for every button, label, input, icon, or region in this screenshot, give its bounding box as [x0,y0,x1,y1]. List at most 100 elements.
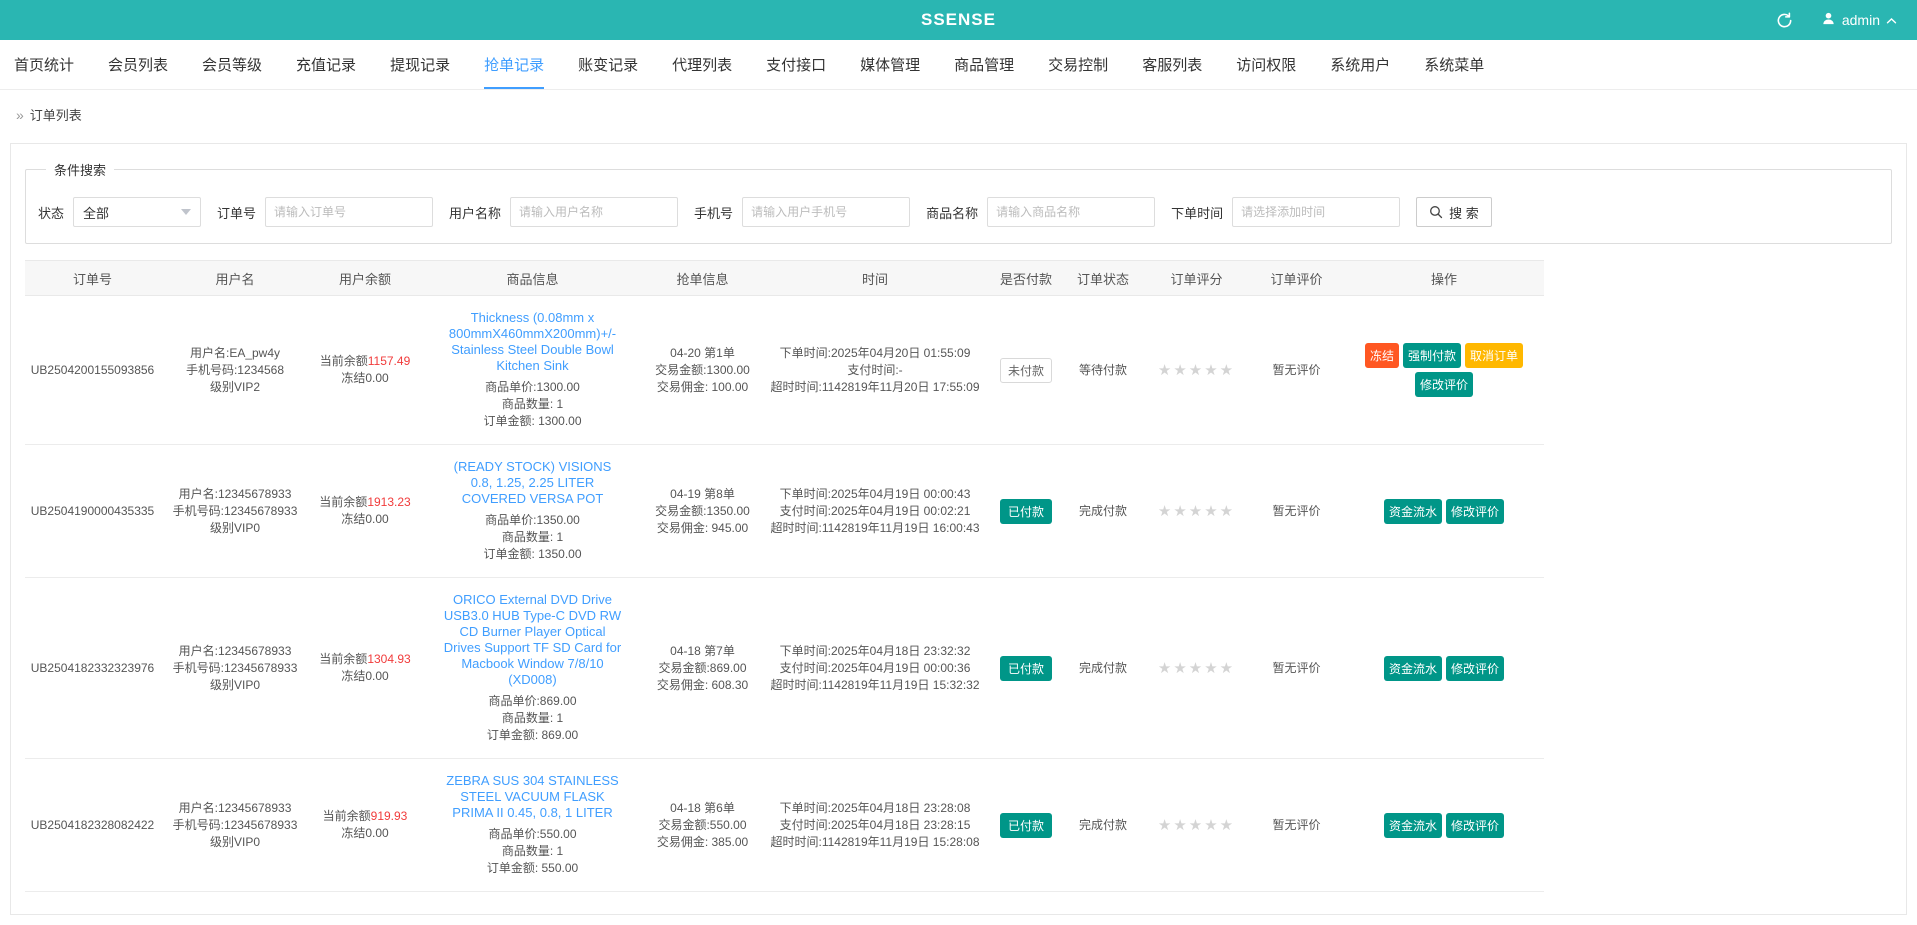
star-rating[interactable]: ★★★★★ [1158,817,1235,834]
order-status-line: 完成付款 [1066,503,1140,520]
search-button[interactable]: 搜 索 [1416,197,1492,227]
product-title-link[interactable]: Thickness (0.08mm x 800mmX460mmX200mm)+/… [442,310,624,374]
nav-tab-15[interactable]: 系统用户 [1330,40,1390,89]
balance-line: 当前余额1157.49 [314,353,416,370]
order-number: UB2504200155093856 [25,296,160,445]
balance-prefix: 当前余额 [319,652,367,666]
nav-tab-2[interactable]: 会员列表 [108,40,168,89]
product-name-field: 商品名称 [926,197,1155,227]
product-line: 商品单价:869.00 [424,693,641,710]
freeze-button[interactable]: 冻结 [1365,343,1399,368]
column-header: 抢单信息 [645,261,760,296]
star-rating[interactable]: ★★★★★ [1158,503,1235,520]
time-info-line: 超时时间:1142819年11月20日 17:55:09 [764,379,986,396]
nav-tab-13[interactable]: 客服列表 [1142,40,1202,89]
product-line: 订单金额: 1350.00 [424,546,641,563]
user-menu[interactable]: admin [1821,11,1897,29]
nav-tab-1[interactable]: 首页统计 [14,40,74,89]
order-rating: ★★★★★ [1144,445,1249,578]
edit-review-button[interactable]: 修改评价 [1446,813,1504,838]
nav-tab-9[interactable]: 支付接口 [766,40,826,89]
grab-info: 04-20 第1单交易金额:1300.00交易佣金: 100.00 [645,296,760,445]
fund-flow-button[interactable]: 资金流水 [1384,499,1442,524]
nav-tab-10[interactable]: 媒体管理 [860,40,920,89]
product-title-link[interactable]: ZEBRA SUS 304 STAINLESS STEEL VACUUM FLA… [442,773,624,821]
phone-input[interactable] [742,197,910,227]
user-info-line: 用户名:12345678933 [164,643,306,660]
order-status: 完成付款 [1062,759,1144,892]
paid-cell: 已付款 [990,759,1062,892]
status-label: 状态 [38,203,64,222]
nav-tab-16[interactable]: 系统菜单 [1424,40,1484,89]
user-balance: 当前余额1157.49冻结0.00 [310,296,420,445]
order-review-line: 暂无评价 [1253,660,1340,677]
content-card: 条件搜索 状态 全部 订单号用户名称手机号商品名称下单时间 搜 索 [10,143,1907,915]
actions-cell: 冻结强制付款取消订单修改评价 [1344,296,1544,445]
user-info-line: 手机号码:12345678933 [164,503,306,520]
product-title-link[interactable]: (READY STOCK) VISIONS 0.8, 1.25, 2.25 LI… [442,459,624,507]
table-header-row: 订单号用户名用户余额商品信息抢单信息时间是否付款订单状态订单评分订单评价操作 [25,261,1544,296]
user-info-line: 级别VIP2 [164,379,306,396]
product-name-input[interactable] [987,197,1155,227]
product-info: Thickness (0.08mm x 800mmX460mmX200mm)+/… [420,296,645,445]
nav-tab-8[interactable]: 代理列表 [672,40,732,89]
order-review-line: 暂无评价 [1253,503,1340,520]
balance-prefix: 当前余额 [319,495,367,509]
balance-prefix: 当前余额 [320,354,368,368]
nav-tab-11[interactable]: 商品管理 [954,40,1014,89]
order-number: UB2504182328082422 [25,759,160,892]
order-no-input[interactable] [265,197,433,227]
product-line: 商品单价:1300.00 [424,379,641,396]
product-line: 订单金额: 869.00 [424,727,641,744]
status-select[interactable]: 全部 [73,197,201,227]
fund-flow-button[interactable]: 资金流水 [1384,656,1442,681]
product-name-label: 商品名称 [926,203,978,222]
star-rating[interactable]: ★★★★★ [1158,362,1235,379]
edit-review-button[interactable]: 修改评价 [1415,372,1473,397]
fund-flow-button[interactable]: 资金流水 [1384,813,1442,838]
edit-review-button[interactable]: 修改评价 [1446,499,1504,524]
nav-tab-12[interactable]: 交易控制 [1048,40,1108,89]
grab-info: 04-18 第7单交易金额:869.00交易佣金: 608.30 [645,578,760,759]
paid-cell: 已付款 [990,445,1062,578]
top-bar: SSENSE admin [0,0,1917,40]
star-rating[interactable]: ★★★★★ [1158,660,1235,677]
order-time-input[interactable] [1232,197,1400,227]
nav-tab-5[interactable]: 提现记录 [390,40,450,89]
order-status-line: 完成付款 [1066,660,1140,677]
order-number-line: UB2504190000435335 [29,503,156,520]
order-review: 暂无评价 [1249,445,1344,578]
user-info: 用户名:12345678933手机号码:12345678933级别VIP0 [160,578,310,759]
nav-tab-4[interactable]: 充值记录 [296,40,356,89]
order-rating: ★★★★★ [1144,578,1249,759]
product-info: ZEBRA SUS 304 STAINLESS STEEL VACUUM FLA… [420,759,645,892]
balance-line: 当前余额919.93 [314,808,416,825]
grab-info-line: 交易金额:1300.00 [649,362,756,379]
nav-tab-6[interactable]: 抢单记录 [484,40,544,89]
force-pay-button[interactable]: 强制付款 [1403,343,1461,368]
nav-tab-7[interactable]: 账变记录 [578,40,638,89]
frozen-amount: 冻结0.00 [314,825,416,842]
product-info: (READY STOCK) VISIONS 0.8, 1.25, 2.25 LI… [420,445,645,578]
product-line: 商品单价:550.00 [424,826,641,843]
time-info-line: 超时时间:1142819年11月19日 15:32:32 [764,677,986,694]
chevron-down-icon [181,209,191,215]
user-info-line: 手机号码:1234568 [164,362,306,379]
user-info-line: 级别VIP0 [164,677,306,694]
time-info-line: 下单时间:2025年04月20日 01:55:09 [764,345,986,362]
refresh-icon[interactable] [1776,12,1793,29]
product-title-link[interactable]: ORICO External DVD Drive USB3.0 HUB Type… [442,592,624,688]
cancel-order-button[interactable]: 取消订单 [1465,343,1523,368]
edit-review-button[interactable]: 修改评价 [1446,656,1504,681]
column-header: 用户名 [160,261,310,296]
nav-tab-3[interactable]: 会员等级 [202,40,262,89]
time-info: 下单时间:2025年04月18日 23:32:32支付时间:2025年04月19… [760,578,990,759]
paid-status-badge: 已付款 [1000,656,1052,681]
column-header: 订单号 [25,261,160,296]
nav-tab-14[interactable]: 访问权限 [1236,40,1296,89]
user-info-line: 级别VIP0 [164,520,306,537]
user-name-input[interactable] [510,197,678,227]
grab-info: 04-19 第8单交易金额:1350.00交易佣金: 945.00 [645,445,760,578]
grab-info-line: 交易佣金: 100.00 [649,379,756,396]
user-info-line: 级别VIP0 [164,834,306,851]
